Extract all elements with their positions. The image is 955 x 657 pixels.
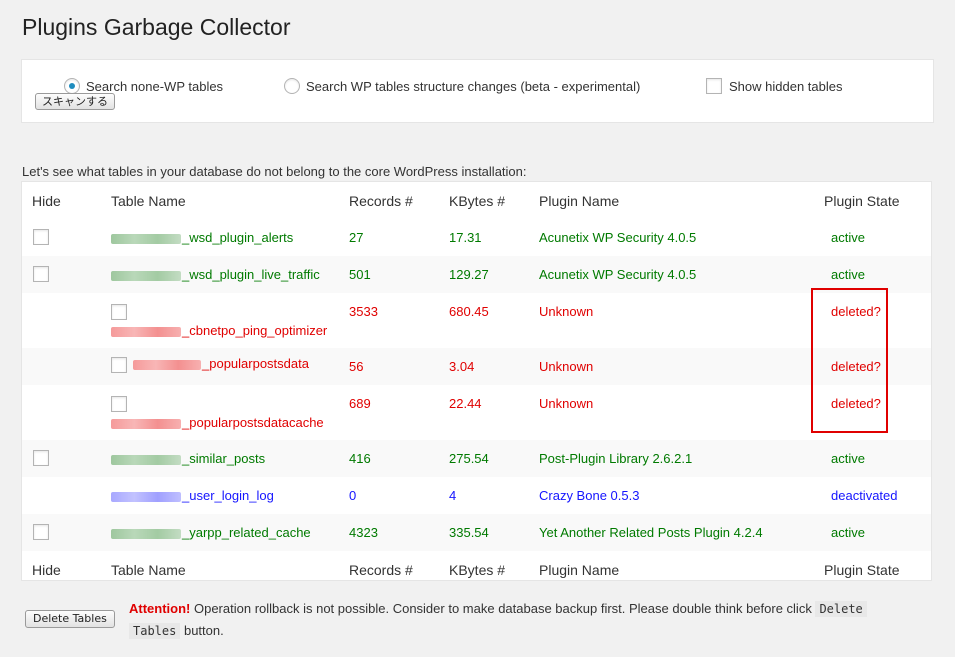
col-plugin-name: Plugin Name [539, 192, 620, 209]
tables-table: Hide Table Name Records # KBytes # Plugi… [21, 181, 932, 581]
table-row: _user_login_log 0 4 Crazy Bone 0.5.3 dea… [22, 477, 931, 514]
plugin-name: Unknown [539, 304, 594, 319]
delete-tables-button[interactable]: Delete Tables [25, 610, 115, 628]
hide-checkbox[interactable] [33, 266, 49, 282]
radio-none-wp[interactable] [64, 78, 80, 94]
attention-code-delete: Delete [815, 601, 867, 617]
option-none-wp[interactable]: Search none-WP tables [64, 78, 223, 94]
col-kbytes: KBytes # [449, 192, 506, 209]
redacted-prefix [111, 270, 181, 281]
table-row: _yarpp_related_cache 4323 335.54 Yet Ano… [22, 514, 931, 551]
show-hidden-checkbox[interactable] [706, 78, 722, 94]
col-records: Records # [349, 192, 413, 209]
col-kbytes-footer: KBytes # [449, 561, 506, 578]
records-value: 3533 [349, 304, 378, 319]
option-none-wp-label: Search none-WP tables [86, 78, 224, 94]
table-header-row: Hide Table Name Records # KBytes # Plugi… [22, 182, 931, 219]
redacted-prefix [111, 491, 181, 502]
attention-text: Operation rollback is not possible. Cons… [190, 601, 816, 616]
plugin-state: deactivated [831, 488, 898, 503]
redacted-prefix [111, 418, 181, 429]
show-hidden-label: Show hidden tables [729, 78, 843, 94]
attention-notice: Attention! Operation rollback is not pos… [129, 598, 919, 642]
kbytes-value: 22.44 [449, 396, 482, 411]
plugin-state: active [831, 525, 865, 540]
kbytes-value: 4 [449, 488, 457, 503]
table-name: _popularpostsdatacache [182, 415, 324, 430]
table-row: _popularpostsdata 56 3.04 Unknown delete… [22, 348, 931, 385]
plugin-state: deleted? [831, 396, 881, 411]
col-hide-footer: Hide [32, 561, 61, 578]
option-show-hidden[interactable]: Show hidden tables [706, 78, 842, 94]
option-wp-structure[interactable]: Search WP tables structure changes (beta… [284, 78, 640, 94]
table-name: _popularpostsdata [202, 356, 309, 371]
kbytes-value: 129.27 [449, 267, 489, 282]
table-row: _wsd_plugin_alerts 27 17.31 Acunetix WP … [22, 219, 931, 256]
redacted-prefix [133, 359, 201, 370]
kbytes-value: 3.04 [449, 359, 475, 374]
kbytes-value: 17.31 [449, 230, 482, 245]
plugin-name: Unknown [539, 396, 594, 411]
scan-options-panel: Search none-WP tables Search WP tables s… [21, 59, 934, 123]
col-plugin-name-footer: Plugin Name [539, 561, 620, 578]
plugin-state: deleted? [831, 304, 881, 319]
plugin-state: deleted? [831, 359, 881, 374]
table-name: _cbnetpo_ping_optimizer [182, 323, 328, 338]
redacted-prefix [111, 454, 181, 465]
table-name: _user_login_log [182, 488, 274, 503]
table-row: _similar_posts 416 275.54 Post-Plugin Li… [22, 440, 931, 477]
table-name: _wsd_plugin_alerts [182, 230, 294, 245]
hide-checkbox[interactable] [33, 229, 49, 245]
plugin-state: active [831, 267, 865, 282]
records-value: 501 [349, 267, 371, 282]
redacted-prefix [111, 233, 181, 244]
scan-button[interactable]: スキャンする [35, 93, 115, 110]
table-name: _wsd_plugin_live_traffic [182, 267, 320, 282]
records-value: 689 [349, 396, 371, 411]
table-row: _popularpostsdatacache 689 22.44 Unknown… [22, 385, 931, 440]
radio-wp-structure[interactable] [284, 78, 300, 94]
records-value: 0 [349, 488, 357, 503]
option-wp-structure-label: Search WP tables structure changes (beta… [306, 78, 641, 94]
col-table-name-footer: Table Name [111, 561, 186, 578]
table-name: _similar_posts [182, 451, 266, 466]
col-table-name: Table Name [111, 192, 186, 209]
plugin-name: Yet Another Related Posts Plugin 4.2.4 [539, 525, 763, 540]
attention-after: button. [180, 623, 224, 638]
records-value: 4323 [349, 525, 378, 540]
redacted-prefix [111, 528, 181, 539]
records-value: 416 [349, 451, 371, 466]
plugin-name: Acunetix WP Security 4.0.5 [539, 267, 697, 282]
kbytes-value: 275.54 [449, 451, 489, 466]
hide-checkbox[interactable] [33, 450, 49, 466]
records-value: 27 [349, 230, 364, 245]
attention-code-tables: Tables [129, 623, 181, 639]
hide-checkbox[interactable] [111, 356, 127, 373]
table-name: _yarpp_related_cache [182, 525, 311, 540]
table-row: _cbnetpo_ping_optimizer 3533 680.45 Unkn… [22, 293, 931, 348]
plugin-state: active [831, 451, 865, 466]
table-footer-row: Hide Table Name Records # KBytes # Plugi… [22, 551, 931, 588]
kbytes-value: 680.45 [449, 304, 489, 319]
hide-checkbox[interactable] [111, 396, 127, 412]
table-row: _wsd_plugin_live_traffic 501 129.27 Acun… [22, 256, 931, 293]
plugin-name: Crazy Bone 0.5.3 [539, 488, 640, 503]
intro-text: Let's see what tables in your database d… [22, 164, 527, 179]
col-plugin-state: Plugin State [824, 192, 900, 209]
records-value: 56 [349, 359, 364, 374]
plugin-name: Post-Plugin Library 2.6.2.1 [539, 451, 693, 466]
redacted-prefix [111, 326, 181, 337]
plugin-name: Acunetix WP Security 4.0.5 [539, 230, 697, 245]
plugin-name: Unknown [539, 359, 594, 374]
attention-label: Attention! [129, 601, 191, 616]
hide-checkbox[interactable] [111, 304, 127, 320]
col-hide: Hide [32, 192, 61, 209]
page-title: Plugins Garbage Collector [22, 14, 291, 40]
plugin-state: active [831, 230, 865, 245]
col-plugin-state-footer: Plugin State [824, 561, 900, 578]
kbytes-value: 335.54 [449, 525, 489, 540]
col-records-footer: Records # [349, 561, 413, 578]
hide-checkbox[interactable] [33, 524, 49, 540]
